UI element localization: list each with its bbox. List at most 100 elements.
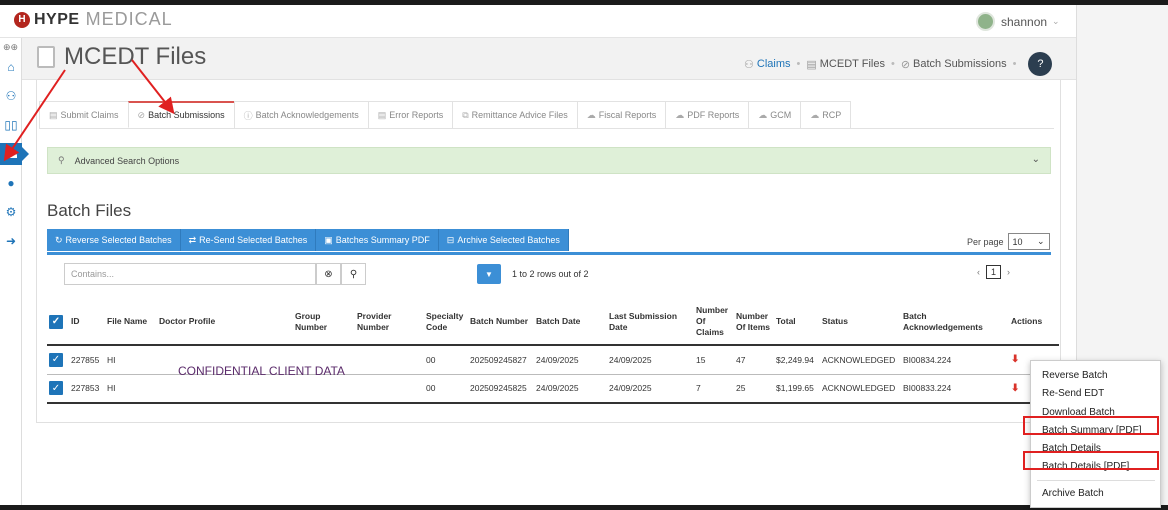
advanced-search-toggle[interactable]: ⚲ Advanced Search Options ⌄ [47, 147, 1051, 174]
column-header[interactable]: Specialty Code [424, 299, 468, 346]
actions-arrow-icon[interactable]: ⬇ [1011, 383, 1019, 394]
tab-rcp[interactable]: ☁ RCP [800, 101, 852, 128]
tab-label: Submit Claims [60, 110, 119, 120]
column-header[interactable]: Number Of Claims [694, 299, 734, 346]
current-page[interactable]: 1 [986, 265, 1002, 279]
resend-selected-button[interactable]: ⇄ Re-Send Selected Batches [180, 229, 317, 251]
document-icon: ▤ [49, 109, 58, 120]
sidebar: ⊕⊕ ⌂ ⚇ ▯▯ ▬ ● ⚙ ➜ [0, 38, 29, 505]
resend-selected-label: Re-Send Selected Batches [199, 235, 308, 245]
search-icon: ⚲ [349, 268, 358, 280]
tab-submit-claims[interactable]: ▤ Submit Claims [39, 101, 129, 128]
column-header[interactable]: Batch Date [534, 299, 607, 346]
column-header[interactable]: Provider Number [355, 299, 424, 346]
cell-batch-number: 202509245825 [468, 374, 534, 404]
grid-filter-input[interactable]: Contains... [64, 263, 316, 285]
check-circle-icon: ⊘ [137, 109, 146, 120]
menu-item-resend-edt[interactable]: Re-Send EDT [1042, 388, 1104, 399]
select-all-header[interactable]: ✓ [47, 299, 69, 346]
select-all-checkbox[interactable]: ✓ [49, 314, 63, 329]
cell-id: 227853 [69, 374, 105, 404]
tab-fiscal-reports[interactable]: ☁ Fiscal Reports [576, 101, 667, 128]
avatar [976, 12, 995, 31]
cell-last-submission-date: 24/09/2025 [607, 345, 694, 375]
menu-item-archive-batch[interactable]: Archive Batch [1042, 488, 1104, 499]
logout-icon[interactable]: ➜ [0, 230, 22, 252]
row-checkbox[interactable]: ✓ [49, 352, 63, 367]
cell-batch-acknowledgements[interactable]: BI00834.224 [901, 345, 1009, 375]
column-header[interactable]: Doctor Profile [157, 299, 293, 346]
search-button[interactable]: ⚲ [341, 263, 366, 285]
column-header[interactable]: Last Submission Date [607, 299, 694, 346]
column-header[interactable]: Status [820, 299, 901, 346]
column-header: Actions [1009, 299, 1059, 346]
user-menu[interactable]: shannon ⌄ [976, 12, 1060, 31]
column-header[interactable]: Batch Acknowledgements [901, 299, 1009, 346]
book-icon[interactable]: ▯▯ [0, 114, 22, 136]
cell-number-of-claims: 15 [694, 345, 734, 375]
chevron-down-icon: ⌄ [1052, 16, 1060, 26]
column-header[interactable]: File Name [105, 299, 157, 346]
person-icon[interactable]: ● [0, 172, 22, 194]
settings-icon[interactable]: ⚙ [0, 201, 22, 223]
row-checkbox-cell[interactable]: ✓ [47, 345, 69, 375]
cloud-icon: ☁ [758, 109, 768, 120]
copy-icon: ⧉ [462, 109, 469, 120]
report-icon: ▤ [377, 109, 387, 120]
actions-arrow-icon[interactable]: ⬇ [1011, 354, 1019, 365]
tab-gcm[interactable]: ☁ GCM [748, 101, 802, 128]
help-icon[interactable]: ? [1028, 52, 1053, 76]
cell-total: $2,249.94 [774, 345, 820, 375]
breadcrumb-separator: • [796, 58, 801, 70]
column-header[interactable]: Total [774, 299, 820, 346]
expand-icon[interactable]: ⊕⊕ [0, 38, 21, 56]
users-icon[interactable]: ⚇ [0, 85, 22, 107]
cell-batch-acknowledgements[interactable]: BI00833.224 [901, 374, 1009, 404]
tab-remittance-advice-files[interactable]: ⧉ Remittance Advice Files [452, 101, 578, 128]
table-row[interactable]: ✓ 227853 HI 00 202509245825 24/09/2025 2… [47, 374, 1059, 404]
breadcrumb-batch-submissions: Batch Submissions [913, 58, 1007, 70]
row-checkbox[interactable]: ✓ [49, 381, 63, 396]
per-page-select[interactable]: 10 ⌄ [1007, 233, 1050, 250]
reverse-selected-button[interactable]: ↻ Reverse Selected Batches [47, 229, 181, 251]
batch-files-table: ✓ ID File Name Doctor Profile Group Numb… [47, 299, 1059, 404]
chevron-down-icon: ⌄ [1036, 236, 1045, 246]
advanced-search-label: Advanced Search Options [74, 155, 180, 166]
breadcrumb-claims[interactable]: Claims [757, 58, 791, 70]
files-icon[interactable]: ▬ [0, 143, 29, 165]
tab-pdf-reports[interactable]: ☁ PDF Reports [665, 101, 750, 128]
breadcrumb-separator: • [890, 58, 895, 70]
row-checkbox-cell[interactable]: ✓ [47, 374, 69, 404]
tab-label: Batch Submissions [148, 110, 225, 120]
tab-error-reports[interactable]: ▤ Error Reports [367, 101, 454, 128]
breadcrumb-mcedt-files[interactable]: MCEDT Files [820, 58, 885, 70]
cell-provider-number [355, 374, 424, 404]
highlight-batch-details-pdf [1023, 451, 1159, 470]
tab-batch-acknowledgements[interactable]: ⓘ Batch Acknowledgements [233, 101, 369, 128]
logo[interactable]: H HYPE MEDICAL [14, 9, 173, 30]
filter-button[interactable]: ▼ [477, 264, 501, 284]
page-title: MCEDT Files [64, 43, 207, 70]
cell-specialty-code: 00 [424, 345, 468, 375]
cell-batch-date: 24/09/2025 [534, 345, 607, 375]
cloud-icon: ☁ [586, 109, 596, 120]
tab-batch-submissions[interactable]: ⊘ Batch Submissions [127, 101, 235, 128]
column-header[interactable]: ID [69, 299, 105, 346]
archive-selected-button[interactable]: ⊟ Archive Selected Batches [438, 229, 569, 251]
cell-last-submission-date: 24/09/2025 [607, 374, 694, 404]
check-circle-icon: ⊘ [900, 58, 911, 71]
next-page-icon[interactable]: › [1007, 267, 1010, 277]
column-header[interactable]: Batch Number [468, 299, 534, 346]
home-icon[interactable]: ⌂ [0, 56, 22, 78]
menu-item-reverse-batch[interactable]: Reverse Batch [1042, 370, 1108, 381]
prev-page-icon[interactable]: ‹ [977, 267, 980, 277]
page-header: MCEDT Files ⚇ Claims • ▤ MCEDT Files • ⊘… [22, 38, 1076, 80]
clear-filter-button[interactable]: ⊗ [316, 263, 341, 285]
column-header[interactable]: Group Number [293, 299, 355, 346]
batches-summary-pdf-button[interactable]: ▣ Batches Summary PDF [316, 229, 439, 251]
column-header[interactable]: Number Of Items [734, 299, 774, 346]
cell-specialty-code: 00 [424, 374, 468, 404]
top-bar: H HYPE MEDICAL shannon ⌄ [0, 5, 1076, 38]
cell-id: 227855 [69, 345, 105, 375]
clear-icon: ⊗ [324, 268, 333, 280]
